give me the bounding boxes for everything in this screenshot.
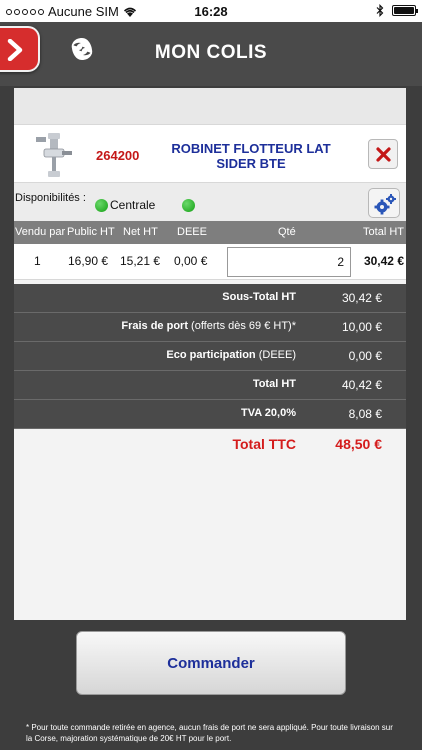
total-ttc-label: Total TTC <box>232 436 296 452</box>
battery-icon <box>392 5 418 16</box>
eco-label-text: Eco participation <box>166 349 256 361</box>
tva-value: 8,08 € <box>348 407 382 421</box>
eco-row: Eco participation (DEEE) 0,00 € <box>14 342 406 371</box>
eco-note: (DEEE) <box>258 349 296 361</box>
availability-settings-button[interactable] <box>368 188 400 218</box>
status-time: 16:28 <box>194 4 228 19</box>
content-top-spacer <box>14 88 406 124</box>
product-name[interactable]: ROBINET FLOTTEUR LAT SIDER BTE <box>162 141 340 171</box>
total-ht-label: Total HT <box>252 378 296 390</box>
shipping-footnote: * Pour toute commande retirée en agence,… <box>26 723 393 743</box>
available-status-dot-2 <box>182 199 195 212</box>
col-header-total-ht: Total HT <box>363 226 404 238</box>
total-ttc-row: Total TTC 48,50 € <box>14 429 406 459</box>
gears-icon <box>374 194 396 215</box>
cell-total-ht: 30,42 € <box>363 254 404 268</box>
shipping-value: 10,00 € <box>341 320 382 334</box>
shipping-row: Frais de port (offerts dès 69 € HT)* 10,… <box>14 313 406 342</box>
availability-row: Disponibilités : Centrale <box>14 182 406 221</box>
cell-public-ht: 16,90 € <box>68 254 109 268</box>
page-title: MON COLIS <box>154 42 268 63</box>
tva-label: TVA 20,0% <box>240 407 296 419</box>
subtotal-row: Sous-Total HT 30,42 € <box>14 284 406 313</box>
float-valve-image <box>36 133 72 177</box>
tva-row: TVA 20,0% 8,08 € <box>14 400 406 429</box>
order-table-header: Vendu par Public HT Net HT DEEE Qté Tota… <box>14 221 406 244</box>
availability-label: Disponibilités : <box>15 192 86 204</box>
status-right <box>376 4 418 17</box>
total-ht-row: Total HT 40,42 € <box>14 371 406 400</box>
col-header-deee: DEEE <box>177 226 207 238</box>
cell-vendu-par: 1 <box>34 254 41 268</box>
status-bar: Aucune SIM 16:28 <box>0 0 422 22</box>
cell-deee: 0,00 € <box>174 254 208 268</box>
product-reference: 264200 <box>96 148 140 163</box>
delete-item-button[interactable] <box>368 139 398 169</box>
shipping-label-text: Frais de port <box>121 320 188 332</box>
shipping-note: (offerts dès 69 € HT)* <box>191 320 296 332</box>
total-ttc-value: 48,50 € <box>335 436 382 452</box>
col-header-net-ht: Net HT <box>123 226 158 238</box>
eco-label: Eco participation (DEEE) <box>166 349 296 361</box>
totals-section: Sous-Total HT 30,42 € Frais de port (off… <box>14 284 406 459</box>
subtotal-label: Sous-Total HT <box>222 291 296 303</box>
table-row: 1 16,90 € 15,21 € 0,00 € 30,42 € <box>14 244 406 280</box>
total-ht-value: 40,42 € <box>341 378 382 392</box>
shipping-label: Frais de port (offerts dès 69 € HT)* <box>121 320 296 332</box>
close-x-icon <box>376 147 391 162</box>
col-header-public-ht: Public HT <box>67 226 115 238</box>
availability-location: Centrale <box>110 198 156 212</box>
col-header-qte: Qté <box>278 226 296 238</box>
product-row: 264200 ROBINET FLOTTEUR LAT SIDER BTE <box>14 124 406 182</box>
bluetooth-icon <box>376 4 384 17</box>
navigation-bar: MON COLIS <box>0 22 422 86</box>
available-status-dot <box>95 199 108 212</box>
col-header-vendu-par: Vendu par <box>15 226 66 238</box>
subtotal-value: 30,42 € <box>341 291 382 305</box>
cell-net-ht: 15,21 € <box>120 254 161 268</box>
order-button[interactable]: Commander <box>76 631 346 695</box>
quantity-input[interactable] <box>227 247 351 277</box>
eco-value: 0,00 € <box>348 349 382 363</box>
